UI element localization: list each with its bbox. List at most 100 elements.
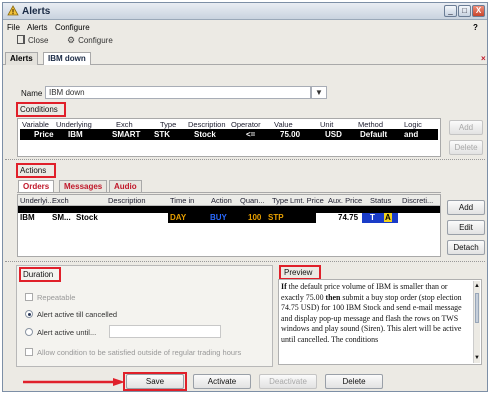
condition-row[interactable]: Price IBM SMART STK Stock <= 75.00 USD D… <box>20 129 438 140</box>
ord-dark-band <box>168 213 316 223</box>
preview-then: then <box>325 292 341 302</box>
ord-underlying: IBM <box>20 213 35 222</box>
name-label: Name <box>21 89 43 98</box>
maximize-button[interactable]: □ <box>458 5 471 17</box>
allow-outside-hours-checkbox[interactable]: Allow condition to be satisfied outside … <box>25 348 241 357</box>
repeatable-checkbox[interactable]: Repeatable <box>25 293 75 302</box>
active-till-cancelled-label: Alert active till cancelled <box>37 310 118 319</box>
actions-subtabs: Orders Messages Audio <box>17 179 441 193</box>
window-title: Alerts <box>22 6 51 17</box>
ord-col-status: Status <box>370 196 392 205</box>
cond-operator: <= <box>246 130 256 139</box>
ord-col-exch: Exch <box>52 196 69 205</box>
toolbar-configure-label: Configure <box>78 36 113 45</box>
cond-value: 75.00 <box>280 130 301 139</box>
radio-unselected <box>25 328 33 336</box>
order-row[interactable]: IBM SM... Stock DAY BUY 100 STP 74.75 T … <box>18 213 440 223</box>
menu-alerts[interactable]: Alerts <box>27 23 47 32</box>
save-button[interactable]: Save <box>126 374 184 389</box>
tab-orders[interactable]: Orders <box>18 180 55 192</box>
cond-variable: Price <box>34 130 54 139</box>
ord-status-cell <box>362 213 398 223</box>
tab-alerts[interactable]: Alerts <box>5 52 38 65</box>
main-tabs: Alerts IBM down × <box>3 51 487 65</box>
cond-col-exch: Exch <box>116 120 133 129</box>
close-window-button[interactable]: X <box>472 5 485 17</box>
alert-bell-icon <box>7 5 19 17</box>
ord-col-action: Action <box>211 196 232 205</box>
menu-file[interactable]: File <box>7 23 20 32</box>
ord-col-aux-price: Aux. Price <box>328 196 363 205</box>
ord-col-discretionary: Discreti... <box>402 196 434 205</box>
tab-audio[interactable]: Audio <box>109 180 142 192</box>
conditions-delete-button[interactable]: Delete <box>449 140 483 155</box>
red-arrow-indicator <box>23 378 125 386</box>
orders-header: Underlyi... Exch Description Time in Act… <box>18 195 440 206</box>
menu-help[interactable]: ? <box>473 23 478 32</box>
preview-scrollbar[interactable]: ▲ ▼ <box>473 281 480 363</box>
cond-col-operator: Operator <box>231 120 261 129</box>
cond-type: STK <box>154 130 170 139</box>
cond-col-underlying: Underlying <box>56 120 92 129</box>
minimize-button[interactable]: _ <box>444 5 457 17</box>
ord-quantity: 100 <box>248 213 262 222</box>
repeatable-label: Repeatable <box>37 293 76 302</box>
cond-col-method: Method <box>358 120 384 129</box>
active-until-radio[interactable]: Alert active until... <box>25 328 96 337</box>
ord-col-timein: Time in <box>170 196 195 205</box>
duration-label: Duration <box>23 270 54 279</box>
ord-status: T <box>370 213 375 222</box>
toolbar-close[interactable]: Close <box>17 35 48 48</box>
actions-label: Actions <box>20 166 47 175</box>
orders-row-band <box>18 206 440 213</box>
name-dropdown[interactable]: ▼ <box>311 86 327 99</box>
ord-exch: SM... <box>52 213 71 222</box>
transmit-warning-icon: A <box>384 213 392 222</box>
splitter-2[interactable] <box>5 261 485 263</box>
delete-alert-button[interactable]: Delete <box>325 374 383 389</box>
conditions-table: Variable Underlying Exch Type Descriptio… <box>17 118 441 157</box>
actions-add-button[interactable]: Add <box>447 200 485 215</box>
title-bar: Alerts _ □ X <box>3 3 487 20</box>
ord-aux-price: 74.75 <box>338 213 359 222</box>
actions-detach-button[interactable]: Detach <box>447 240 485 255</box>
active-until-label: Alert active until... <box>37 328 97 337</box>
cond-description: Stock <box>194 130 216 139</box>
close-tab-icon[interactable]: × <box>481 54 486 63</box>
splitter-1[interactable] <box>5 159 485 161</box>
cond-col-type: Type <box>160 120 177 129</box>
deactivate-button[interactable]: Deactivate <box>259 374 317 389</box>
ord-col-type: Type <box>272 196 289 205</box>
cond-method: Default <box>360 130 388 139</box>
menu-configure[interactable]: Configure <box>55 23 90 32</box>
cond-logic: and <box>404 130 419 139</box>
orders-table: Underlyi... Exch Description Time in Act… <box>17 194 441 257</box>
ord-description: Stock <box>76 213 98 222</box>
active-till-cancelled-radio[interactable]: Alert active till cancelled <box>25 310 117 319</box>
tab-ibm-down[interactable]: IBM down <box>43 52 91 65</box>
name-input[interactable]: IBM down <box>45 86 311 99</box>
cond-col-variable: Variable <box>22 120 49 129</box>
scroll-thumb[interactable] <box>475 293 479 323</box>
ord-type: STP <box>268 213 284 222</box>
conditions-label: Conditions <box>20 105 58 114</box>
allow-outside-box <box>25 348 33 356</box>
active-until-input[interactable] <box>109 325 221 338</box>
scroll-down-icon[interactable]: ▼ <box>474 353 480 364</box>
toolbar-close-label: Close <box>28 36 49 45</box>
alerts-window: Alerts _ □ X File Alerts Configure ? Clo… <box>2 2 488 392</box>
cond-col-unit: Unit <box>320 120 334 129</box>
toolbar-configure[interactable]: ⚙ Configure <box>67 35 113 48</box>
conditions-add-button[interactable]: Add <box>449 120 483 135</box>
ord-timein: DAY <box>170 213 187 222</box>
ord-col-underlying: Underlyi... <box>20 196 54 205</box>
actions-edit-button[interactable]: Edit <box>447 220 485 235</box>
ord-action: BUY <box>210 213 227 222</box>
chevron-down-icon: ▼ <box>315 88 323 97</box>
allow-outside-label: Allow condition to be satisfied outside … <box>37 348 242 357</box>
tab-messages[interactable]: Messages <box>59 180 108 192</box>
activate-button[interactable]: Activate <box>193 374 251 389</box>
menu-bar: File Alerts Configure ? <box>3 21 487 34</box>
wrench-icon: ⚙ <box>67 35 76 45</box>
scroll-up-icon[interactable]: ▲ <box>474 281 480 292</box>
